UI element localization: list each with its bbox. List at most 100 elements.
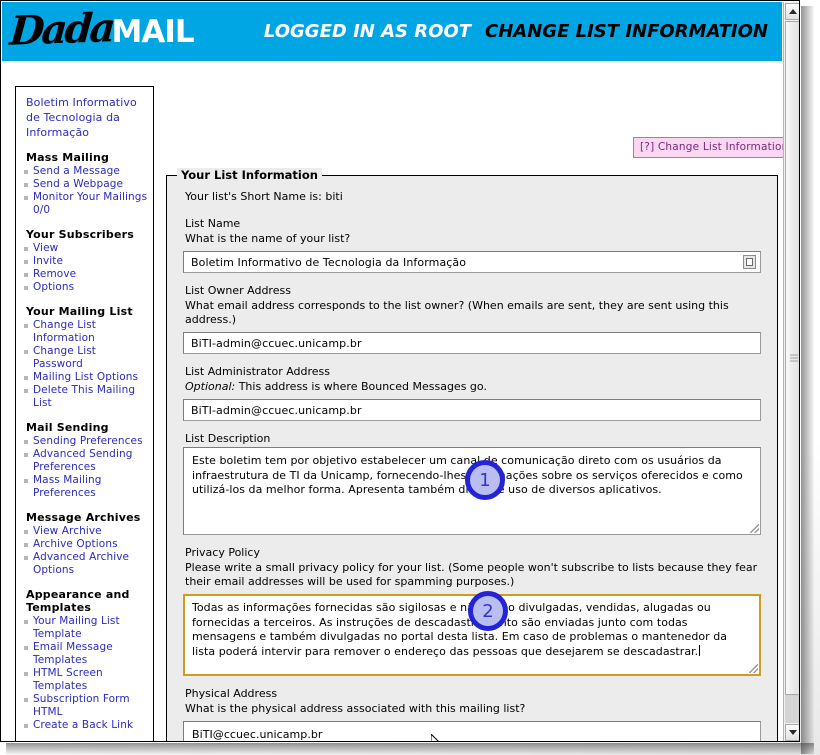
sidebar-item-label[interactable]: Send a Webpage: [33, 178, 123, 191]
sidebar-item-mailing-list-options[interactable]: Mailing List Options: [23, 371, 149, 384]
sidebar-group-container: Mass Mailing Send a Message Send a Webpage…: [22, 151, 149, 741]
sidebar-item-html-screen-templates[interactable]: HTML Screen Templates: [23, 667, 149, 693]
grip-icon: [790, 354, 798, 362]
sidebar-item-change-list-password[interactable]: Change List Password: [23, 345, 149, 371]
sidebar-item-label[interactable]: Subscription Form HTML: [33, 693, 149, 719]
sidebar-item-change-list-information[interactable]: Change List Information: [23, 319, 149, 345]
scroll-down-button[interactable]: [785, 724, 799, 741]
owner-address-input[interactable]: BiTI-admin@ccuec.unicamp.br: [183, 332, 761, 354]
bullet-icon: [24, 543, 28, 547]
sidebar-item-sending-preferences[interactable]: Sending Preferences: [23, 435, 149, 448]
text-caret: [699, 644, 701, 656]
dada-mail-logo[interactable]: Dada MAIL: [8, 4, 195, 56]
sidebar-group-heading: Your Mailing List: [26, 305, 133, 318]
sidebar-item-label[interactable]: Remove: [33, 268, 76, 281]
bullet-icon: [24, 453, 28, 457]
bullet-icon: [24, 672, 28, 676]
bullet-icon: [24, 196, 28, 200]
sidebar-group-heading: Your Subscribers: [26, 228, 134, 241]
scroll-up-button[interactable]: [785, 3, 799, 20]
sidebar-item-send-a-message[interactable]: Send a Message: [23, 165, 149, 178]
app-header: Dada MAIL LOGGED IN AS ROOT CHANGE LIST …: [2, 2, 782, 61]
field-list-administrator-address: List Administrator Address Optional: Thi…: [183, 365, 761, 421]
bullet-icon: [24, 556, 28, 560]
sidebar-item-label[interactable]: Create a Back Link: [33, 719, 133, 732]
admin-address-input-value: BiTI-admin@ccuec.unicamp.br: [191, 403, 362, 417]
sidebar-group-heading: Appearance and Templates: [26, 588, 130, 614]
sidebar-item-label[interactable]: Mailing List Options: [33, 371, 138, 384]
sidebar-item-label[interactable]: Your Mailing List Template: [33, 615, 149, 641]
sidebar-item-label[interactable]: HTML Screen Templates: [33, 667, 149, 693]
sidebar-item-mass-mailing-preferences[interactable]: Mass Mailing Preferences: [23, 474, 149, 500]
sidebar-item-monitor-your-mailings-0-0[interactable]: Monitor Your Mailings 0/0: [23, 191, 149, 217]
admin-address-description-text: This address is where Bounced Messages g…: [235, 380, 487, 393]
browser-viewport: Dada MAIL LOGGED IN AS ROOT CHANGE LIST …: [0, 0, 800, 742]
scrollbar-track-lower[interactable]: [785, 694, 799, 723]
sidebar-item-label[interactable]: Advanced Sending Preferences: [33, 448, 149, 474]
sidebar-group-heading: Mail Sending: [26, 421, 109, 434]
admin-address-description: Optional: This address is where Bounced …: [185, 380, 761, 394]
sidebar-item-create-a-back-link[interactable]: Create a Back Link: [23, 719, 149, 732]
sidebar-item-advanced-sending-preferences[interactable]: Advanced Sending Preferences: [23, 448, 149, 474]
bullet-icon: [24, 324, 28, 328]
sidebar-item-label[interactable]: Sending Preferences: [33, 435, 143, 448]
sidebar-item-label[interactable]: Archive Options: [33, 538, 118, 551]
window-shadow-bottom: [6, 743, 814, 755]
sidebar-item-invite[interactable]: Invite: [23, 255, 149, 268]
sidebar-item-email-message-templates[interactable]: Email Message Templates: [23, 641, 149, 667]
sidebar-item-view-archive[interactable]: View Archive: [23, 525, 149, 538]
content-area: Boletim Informativo de Tecnologia da Inf…: [2, 61, 796, 741]
sidebar-item-archive-options[interactable]: Archive Options: [23, 538, 149, 551]
sidebar-item-view[interactable]: View: [23, 242, 149, 255]
sidebar-group: Mail Sending Sending Preferences Advanced …: [22, 421, 149, 500]
sidebar-item-label[interactable]: Options: [33, 281, 74, 294]
sidebar-item-subscription-form-html[interactable]: Subscription Form HTML: [23, 693, 149, 719]
sidebar-item-options[interactable]: Options: [23, 281, 149, 294]
list-information-fieldset: Your List Information Your list's Short …: [166, 168, 778, 741]
sidebar-item-label[interactable]: Invite: [33, 255, 63, 268]
admin-address-input[interactable]: BiTI-admin@ccuec.unicamp.br: [183, 399, 761, 421]
sidebar-group-heading: Message Archives: [26, 511, 141, 524]
vertical-scrollbar[interactable]: [783, 2, 799, 741]
list-name-input[interactable]: Boletim Informativo de Tecnologia da Inf…: [183, 251, 761, 273]
list-name-label: List Name: [185, 217, 241, 230]
sidebar-item-label[interactable]: Mass Mailing Preferences: [33, 474, 149, 500]
sidebar-item-remove[interactable]: Remove: [23, 268, 149, 281]
sidebar-item-label[interactable]: Delete This Mailing List: [33, 384, 149, 410]
resize-grip-icon[interactable]: [750, 524, 759, 533]
bullet-icon: [24, 620, 28, 624]
sidebar-item-label[interactable]: Advanced Archive Options: [33, 551, 149, 577]
bullet-icon: [24, 389, 28, 393]
sidebar-item-label[interactable]: Send a Message: [33, 165, 120, 178]
bullet-icon: [24, 479, 28, 483]
bullet-icon: [24, 440, 28, 444]
sidebar-item-label[interactable]: Monitor Your Mailings 0/0: [33, 191, 149, 217]
field-physical-address: Physical Address What is the physical ad…: [183, 687, 761, 741]
bullet-icon: [24, 698, 28, 702]
resize-grip-icon[interactable]: [749, 664, 758, 673]
sidebar-item-label[interactable]: Change List Information: [33, 319, 149, 345]
sidebar-item-your-mailing-list-template[interactable]: Your Mailing List Template: [23, 615, 149, 641]
sidebar-item-label[interactable]: Change List Password: [33, 345, 149, 371]
sidebar-list-title: Boletim Informativo de Tecnologia da Inf…: [26, 96, 137, 139]
sidebar-item-send-a-webpage[interactable]: Send a Webpage: [23, 178, 149, 191]
sidebar-item-label[interactable]: View Archive: [33, 525, 102, 538]
bullet-icon: [24, 273, 28, 277]
sidebar-nav: Boletim Informativo de Tecnologia da Inf…: [15, 86, 154, 741]
physical-address-textarea-value: BiTI@ccuec.unicamp.br: [192, 728, 323, 741]
admin-address-label: List Administrator Address: [185, 365, 331, 378]
chevron-up-icon: [789, 9, 797, 14]
physical-address-textarea[interactable]: BiTI@ccuec.unicamp.br: [183, 721, 761, 741]
scrollbar-thumb[interactable]: [785, 21, 799, 695]
sidebar-group: Your Subscribers View Invite Remove Options: [22, 228, 149, 294]
autofill-icon[interactable]: [743, 255, 756, 269]
annotation-badge-2: 2: [468, 591, 508, 631]
sidebar-item-label[interactable]: View: [33, 242, 58, 255]
sidebar-item-advanced-archive-options[interactable]: Advanced Archive Options: [23, 551, 149, 577]
help-change-list-information-button[interactable]: [?] Change List Information: [633, 137, 796, 158]
annotation-badge-1: 1: [465, 460, 505, 500]
logo-mail-text: MAIL: [111, 14, 195, 50]
physical-address-label: Physical Address: [185, 687, 278, 700]
sidebar-item-delete-this-mailing-list[interactable]: Delete This Mailing List: [23, 384, 149, 410]
sidebar-item-label[interactable]: Email Message Templates: [33, 641, 149, 667]
